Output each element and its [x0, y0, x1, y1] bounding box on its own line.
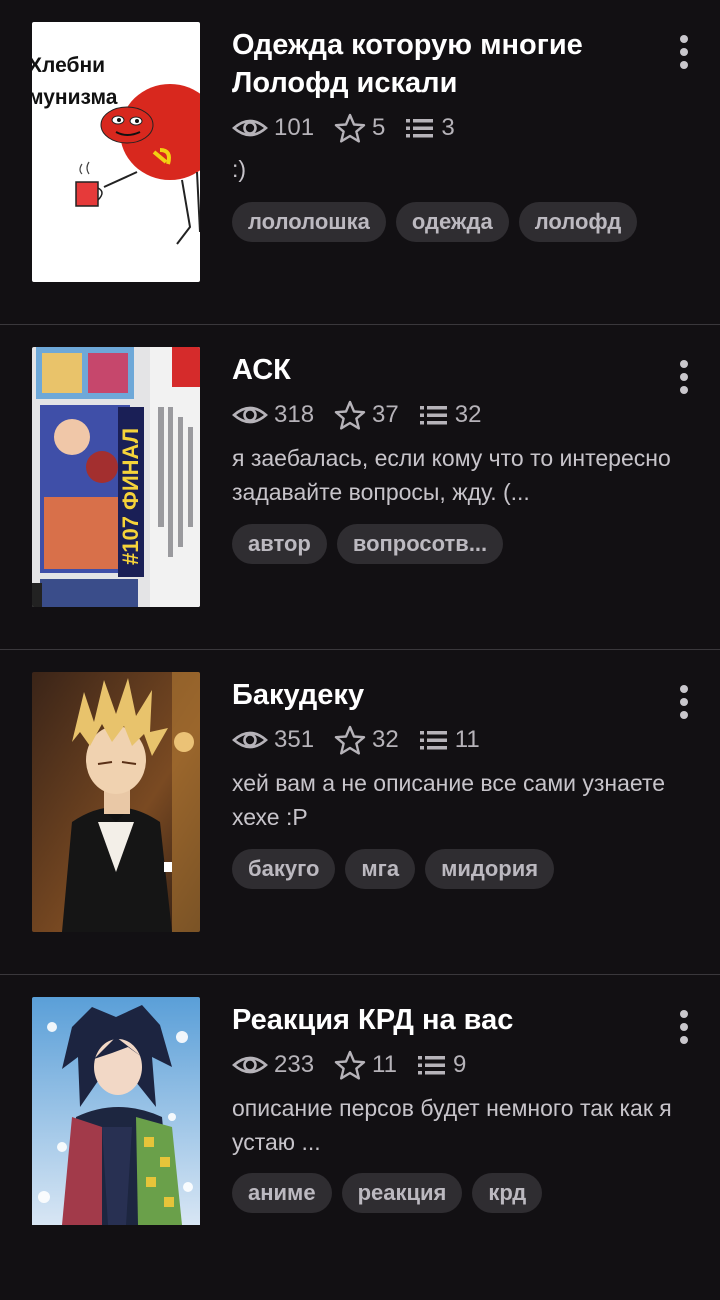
more-vertical-icon[interactable]: [664, 1005, 704, 1049]
chapters-count: 3: [441, 114, 455, 141]
chapters-count: 11: [454, 726, 480, 753]
tag-chip[interactable]: вопросотв...: [336, 524, 504, 564]
cover-caption: Хлебни: [32, 54, 105, 77]
story-cover-image[interactable]: #107 ФИНАЛ: [32, 347, 200, 607]
tag-list: бакуго мга мидория: [232, 849, 555, 889]
eye-icon: [232, 1056, 268, 1074]
stars-stat: 37: [334, 400, 399, 430]
list-icon: [419, 731, 447, 750]
tag-chip[interactable]: бакуго: [232, 849, 336, 889]
tag-chip[interactable]: реакция: [341, 1173, 463, 1213]
story-stats: 318 37 32: [232, 398, 501, 432]
story-card[interactable]: Бакудеку 351 32 11 хей вам а не описание…: [0, 650, 720, 975]
stars-count: 37: [372, 401, 399, 428]
eye-icon: [232, 119, 268, 137]
tag-chip[interactable]: лолофд: [518, 202, 638, 242]
list-icon: [406, 119, 434, 138]
views-stat: 351: [232, 726, 314, 754]
story-title[interactable]: Одежда которую многие Лолофд искали: [232, 26, 652, 102]
story-cover-image[interactable]: Хлебни мунизма: [32, 22, 200, 282]
more-vertical-icon[interactable]: [664, 355, 704, 399]
tag-list: лололошка одежда лолофд: [232, 202, 638, 242]
stars-count: 5: [372, 114, 386, 141]
chapters-stat: 3: [405, 114, 455, 142]
chapters-stat: 32: [419, 401, 482, 429]
stars-count: 11: [372, 1051, 397, 1078]
views-stat: 101: [232, 114, 314, 142]
story-cover-image[interactable]: [32, 997, 200, 1257]
chapters-count: 9: [452, 1051, 467, 1078]
story-description: я заебалась, если кому что то интересно …: [232, 445, 671, 505]
story-stats: 233 11 9: [232, 1048, 486, 1082]
eye-icon: [232, 406, 268, 424]
more-vertical-icon[interactable]: [664, 680, 704, 724]
list-icon: [417, 1056, 445, 1075]
story-description: хей вам а не описание все сами узнаете х…: [232, 770, 666, 830]
tag-chip[interactable]: аниме: [232, 1173, 332, 1213]
more-vertical-icon[interactable]: [664, 30, 704, 74]
star-icon: [334, 400, 366, 430]
tag-chip[interactable]: мга: [345, 849, 416, 889]
tag-chip[interactable]: лололошка: [232, 202, 386, 242]
story-title[interactable]: АСК: [232, 351, 652, 389]
star-icon: [334, 725, 366, 755]
tag-list: автор вопросотв...: [232, 524, 504, 564]
star-icon: [334, 1050, 366, 1080]
stars-stat: 32: [334, 725, 399, 755]
story-card[interactable]: Реакция КРД на вас 233 11 9 описание пер…: [0, 975, 720, 1300]
tag-list: аниме реакция крд: [232, 1173, 543, 1213]
story-description: :): [232, 156, 247, 182]
tag-chip[interactable]: одежда: [395, 202, 509, 242]
stars-count: 32: [372, 726, 399, 753]
list-icon: [419, 406, 447, 425]
views-count: 101: [274, 114, 315, 141]
tag-chip[interactable]: автор: [232, 524, 327, 564]
chapters-count: 32: [454, 401, 482, 428]
star-icon: [334, 113, 366, 143]
views-count: 233: [274, 1051, 315, 1078]
story-stats: 101 5 3: [232, 111, 475, 145]
stars-stat: 5: [334, 113, 385, 143]
tag-chip[interactable]: мидория: [425, 849, 555, 889]
views-count: 318: [274, 401, 315, 428]
story-title[interactable]: Бакудеку: [232, 676, 652, 714]
views-stat: 233: [232, 1051, 314, 1079]
story-description: описание персов будет немного так как я …: [232, 1095, 672, 1155]
cover-caption: мунизма: [32, 86, 118, 109]
story-title[interactable]: Реакция КРД на вас: [232, 1001, 652, 1039]
story-stats: 351 32 11: [232, 723, 500, 757]
stars-stat: 11: [334, 1050, 397, 1080]
cover-caption: #107 ФИНАЛ: [118, 428, 143, 565]
story-cover-image[interactable]: [32, 672, 200, 932]
story-card[interactable]: Хлебни мунизма Одежда которую многие Лол…: [0, 0, 720, 325]
views-stat: 318: [232, 401, 314, 429]
chapters-stat: 9: [417, 1051, 466, 1079]
story-card[interactable]: #107 ФИНАЛ АСК 318 37 32 я заебалась, ес…: [0, 325, 720, 650]
chapters-stat: 11: [419, 726, 480, 754]
tag-chip[interactable]: крд: [472, 1173, 543, 1213]
views-count: 351: [274, 726, 315, 753]
eye-icon: [232, 731, 268, 749]
